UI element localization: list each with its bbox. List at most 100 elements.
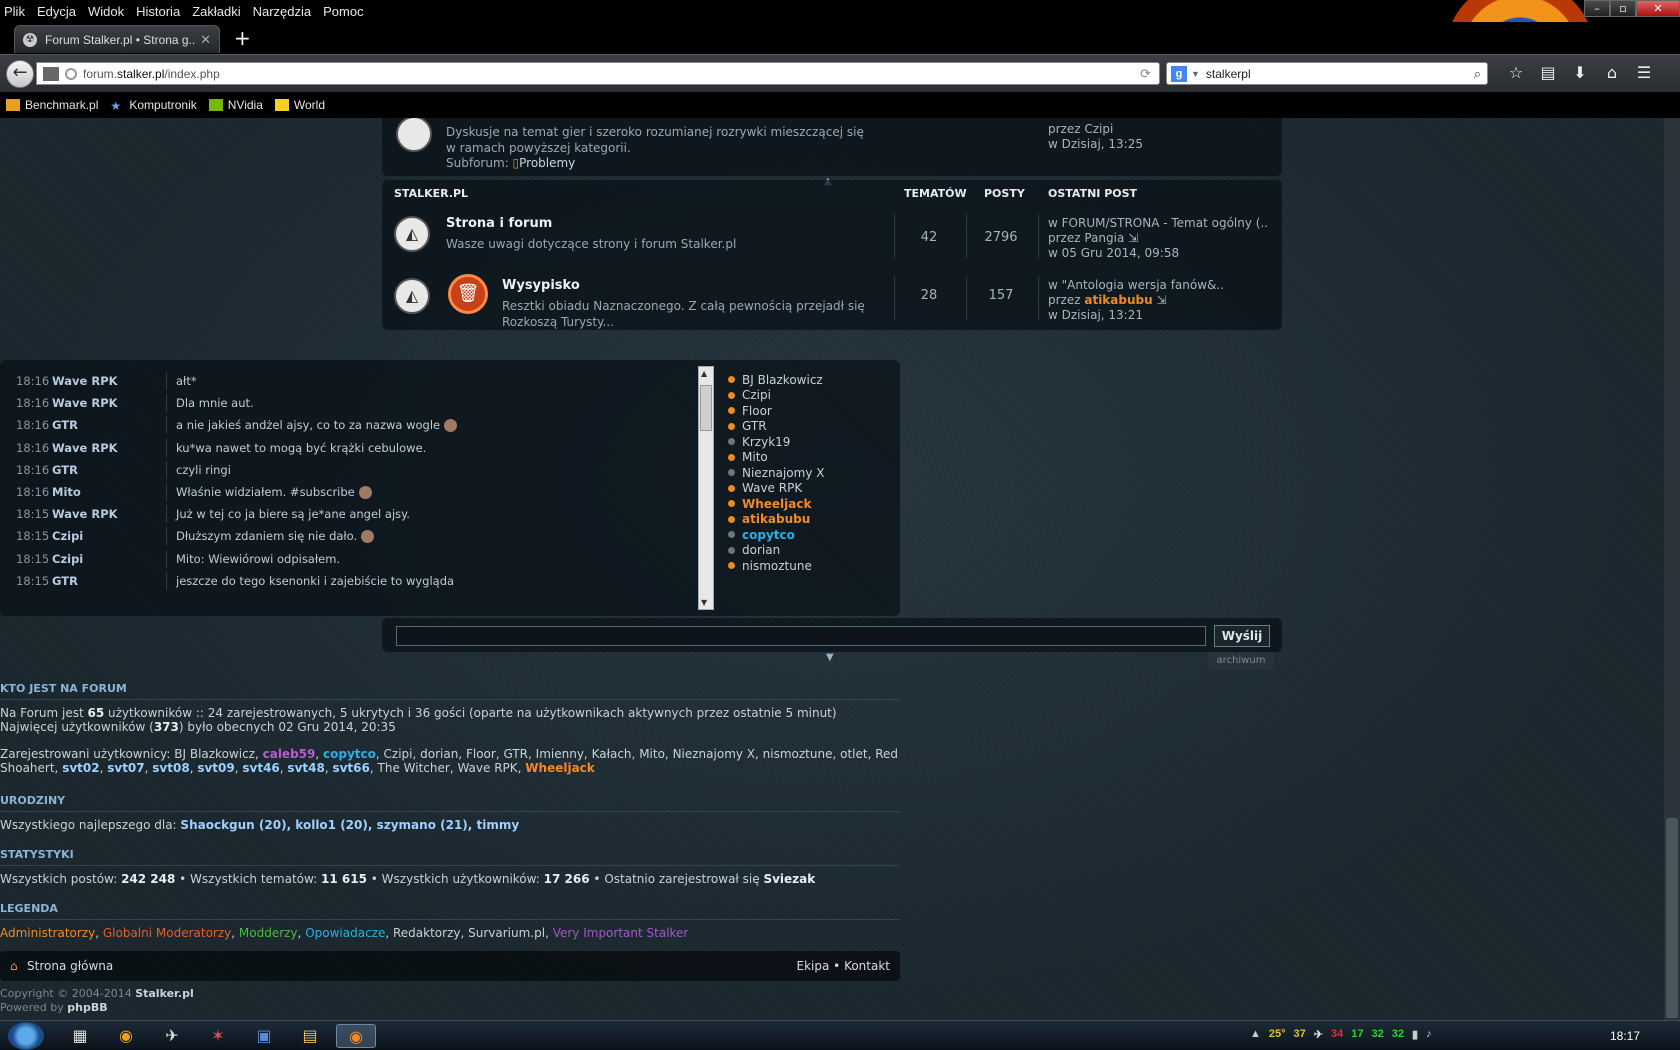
registered-user[interactable]: nismoztune — [763, 747, 833, 761]
last-post-topic[interactable]: w "Antologia wersja fanów&.. — [1048, 278, 1278, 293]
bookmark-world[interactable]: World — [274, 98, 325, 112]
legend-item[interactable]: Administratorzy — [0, 926, 95, 940]
bookmarks-list-icon[interactable]: ▤ — [1532, 63, 1564, 82]
phpbb-link[interactable]: phpBB — [67, 1001, 107, 1014]
online-user[interactable]: GTR — [728, 419, 898, 435]
network-icon[interactable]: ▮ — [1412, 1028, 1418, 1041]
collapse-down-icon[interactable]: ▼ — [826, 652, 834, 663]
registered-user[interactable]: GTR — [503, 747, 528, 761]
registered-user[interactable]: otlet — [840, 747, 867, 761]
shoutbox-scrollbar[interactable]: ▲ ▼ — [698, 366, 714, 610]
online-user-name[interactable]: Mito — [742, 450, 768, 464]
registered-user[interactable]: caleb59 — [263, 747, 316, 761]
search-input[interactable]: stalkerpl — [1206, 67, 1474, 81]
menu-icon[interactable]: ☰ — [1628, 63, 1660, 82]
shout-user[interactable]: Wave RPK — [52, 396, 152, 410]
online-user[interactable]: dorian — [728, 543, 898, 559]
menu-historia[interactable]: Historia — [136, 4, 180, 19]
online-user[interactable]: nismoztune — [728, 558, 898, 574]
registered-user[interactable]: Czipi — [384, 747, 413, 761]
plane-icon[interactable]: ✈ — [1314, 1028, 1323, 1041]
volume-icon[interactable]: ♪ — [1426, 1028, 1432, 1041]
maximize-button[interactable]: ▫ — [1610, 0, 1636, 17]
menu-plik[interactable]: Plik — [4, 4, 25, 19]
online-user-name[interactable]: Nieznajomy X — [742, 466, 824, 480]
home-link[interactable]: Strona główna — [27, 959, 113, 973]
reload-icon[interactable]: ⟳ — [1140, 66, 1151, 82]
online-user-name[interactable]: Krzyk19 — [742, 435, 790, 449]
menu-edycja[interactable]: Edycja — [37, 4, 76, 19]
scroll-thumb[interactable] — [700, 385, 712, 431]
plane-icon[interactable]: ✈ — [152, 1024, 192, 1048]
shoutbox-input[interactable] — [396, 626, 1206, 646]
shout-user[interactable]: GTR — [52, 574, 152, 588]
last-post-author[interactable]: Pangia — [1084, 231, 1124, 245]
window-icon[interactable]: ▤ — [290, 1024, 330, 1048]
registered-user[interactable]: svt07 — [107, 761, 144, 775]
app-icon[interactable]: ✶ — [198, 1024, 238, 1048]
send-button[interactable]: Wyślij — [1214, 625, 1270, 647]
subforum-link[interactable]: Problemy — [519, 156, 575, 170]
last-post-topic[interactable]: w FORUM/STRONA - Temat ogólny (.. — [1048, 216, 1278, 231]
online-user-name[interactable]: GTR — [742, 419, 767, 433]
bookmark-komputronik[interactable]: ★ Komputronik — [110, 98, 196, 113]
menu-narzedzia[interactable]: Narzędzia — [253, 4, 312, 19]
registered-user[interactable]: Imienny — [536, 747, 584, 761]
online-user[interactable]: Wheeljack — [728, 496, 898, 512]
registered-user[interactable]: The Witcher — [378, 761, 450, 775]
start-button[interactable] — [8, 1022, 44, 1050]
online-user-name[interactable]: BJ Blazkowicz — [742, 373, 823, 387]
shout-user[interactable]: GTR — [52, 418, 152, 432]
online-user[interactable]: Floor — [728, 403, 898, 419]
online-user-name[interactable]: Wheeljack — [742, 497, 811, 511]
chevron-down-icon[interactable]: ▼ — [1191, 69, 1200, 79]
site-link[interactable]: Stalker.pl — [135, 987, 194, 1000]
newest-user[interactable]: Sviezak — [763, 872, 815, 886]
online-user[interactable]: Krzyk19 — [728, 434, 898, 450]
shout-user[interactable]: Wave RPK — [52, 441, 152, 455]
online-user[interactable]: copytco — [728, 527, 898, 543]
online-user-name[interactable]: copytco — [742, 528, 795, 542]
home-icon[interactable]: ⌂ — [1596, 63, 1628, 82]
registered-user[interactable]: copytco — [323, 747, 376, 761]
registered-user[interactable]: svt46 — [242, 761, 279, 775]
legend-item[interactable]: Very Important Stalker — [553, 926, 689, 940]
registered-user[interactable]: dorian — [420, 747, 458, 761]
forum-title[interactable]: Strona i forum — [446, 216, 552, 231]
registered-user[interactable]: Kałach — [592, 747, 632, 761]
shout-user[interactable]: GTR — [52, 463, 152, 477]
registered-user[interactable]: Wheeljack — [525, 761, 594, 775]
registered-user[interactable]: Floor — [466, 747, 496, 761]
legend-item[interactable]: Survarium.pl — [468, 926, 545, 940]
category-name[interactable]: STALKER.PL — [394, 187, 468, 200]
bookmark-nvidia[interactable]: NVidia — [208, 98, 263, 112]
registered-user[interactable]: svt08 — [152, 761, 189, 775]
google-icon[interactable]: g — [1171, 65, 1187, 82]
goto-post-icon[interactable]: ⇲ — [1156, 293, 1166, 307]
address-bar[interactable]: forum. stalker.pl/index.php ⟳ — [36, 62, 1160, 85]
menu-widok[interactable]: Widok — [88, 4, 124, 19]
registered-user[interactable]: svt48 — [287, 761, 324, 775]
online-user[interactable]: Nieznajomy X — [728, 465, 898, 481]
floppy-icon[interactable]: ▣ — [244, 1024, 284, 1048]
page-scrollbar[interactable] — [1664, 118, 1680, 1020]
registered-user[interactable]: svt02 — [62, 761, 99, 775]
legend-item[interactable]: Opowiadacze — [305, 926, 385, 940]
tab-forum[interactable]: ☢ Forum Stalker.pl • Strona g... ✕ — [14, 25, 220, 53]
minimize-button[interactable]: – — [1584, 0, 1610, 17]
clock[interactable]: 18:17 — [1610, 1029, 1640, 1043]
download-icon[interactable]: ⬇ — [1564, 63, 1596, 82]
shout-user[interactable]: Wave RPK — [52, 374, 152, 388]
bookmark-benchmark[interactable]: Benchmark.pl — [6, 98, 98, 112]
scroll-up-icon[interactable]: ▲ — [701, 369, 707, 378]
team-link[interactable]: Ekipa — [796, 959, 829, 973]
firefox-taskbar-icon[interactable]: ◉ — [336, 1024, 376, 1048]
legend-item[interactable]: Redaktorzy — [393, 926, 460, 940]
last-post-author[interactable]: przez Czipi — [1048, 122, 1143, 137]
explorer-icon[interactable]: ▦ — [60, 1024, 100, 1048]
online-user-name[interactable]: Wave RPK — [742, 481, 802, 495]
back-button[interactable]: ← — [6, 60, 34, 88]
new-tab-icon[interactable]: + — [234, 26, 251, 50]
legend-item[interactable]: Globalni Moderatorzy — [103, 926, 231, 940]
forum-title[interactable]: Wysypisko — [502, 278, 580, 293]
